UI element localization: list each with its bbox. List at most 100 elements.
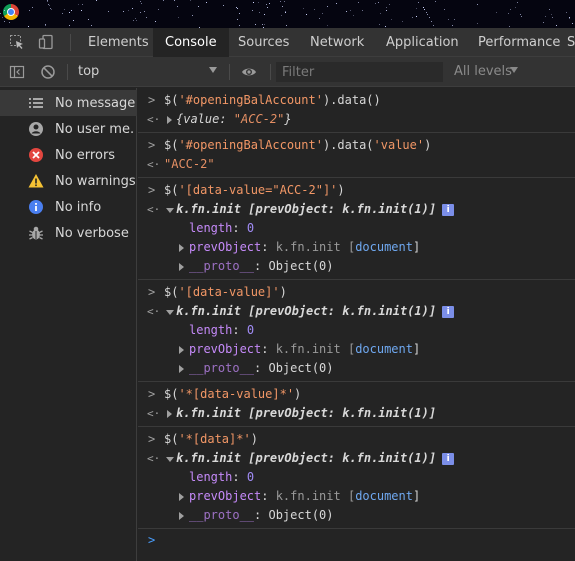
star-decoration [327,25,328,26]
star-decoration [350,10,351,11]
string-literal: '*[data]*' [178,432,251,446]
result-text: {value: [176,112,234,126]
star-decoration [32,7,33,8]
sidebar-item-label: No errors [55,148,116,163]
star-decoration [108,11,109,12]
bug-icon [29,226,43,240]
code-text: $( [164,183,179,197]
expand-triangle-icon[interactable] [179,365,184,373]
object-property-row: length: 0 [189,221,255,235]
info-badge-icon[interactable]: i [442,203,455,216]
object-property-row[interactable]: __proto__: Object(0) [138,359,575,378]
star-decoration [412,17,413,18]
eye-icon[interactable] [241,64,257,80]
prompt-chevron: > [148,285,156,299]
sidebar-item-info[interactable]: No info [0,194,137,220]
sidebar-item-warnings[interactable]: No warnings [0,168,137,194]
prompt-caret: > [148,533,156,547]
chevron-down-icon[interactable] [209,67,217,73]
prompt-chevron: > [148,183,156,197]
tab-network[interactable]: Network [310,28,364,57]
star-decoration [448,19,449,20]
object-preview: k.fn.init [ [176,202,256,216]
expand-triangle-icon[interactable] [179,512,184,520]
prompt-chevron: > [148,93,156,107]
star-decoration [140,1,141,2]
star-decoration [427,14,428,15]
star-decoration [71,10,72,11]
expand-triangle-icon[interactable] [179,346,184,354]
collapse-triangle-icon[interactable] [166,310,174,315]
star-decoration [362,10,363,11]
log-levels-dropdown[interactable]: All levels [454,64,512,79]
object-property-row[interactable]: __proto__: Object(0) [138,257,575,276]
star-decoration [62,13,63,14]
console-entry: > $('#openingBalAccount').data('value') … [138,133,575,178]
console-result-line: <· k.fn.init [prevObject: k.fn.init(1)] i [138,302,575,321]
device-toolbar-icon[interactable] [38,34,54,50]
object-property-row[interactable]: __proto__: Object(0) [138,506,575,525]
object-property-row[interactable]: prevObject: k.fn.init [document] [138,340,575,359]
sidebar-item-verbose[interactable]: No verbose [0,220,137,246]
tab-console[interactable]: Console [153,28,229,57]
star-decoration [264,24,265,25]
property-value: 0 [246,323,255,337]
object-property-row: length: 0 [189,470,255,484]
property-key: length [189,323,233,337]
sidebar-item-label: No verbose [55,226,129,241]
prompt-chevron: > [148,138,156,152]
expand-triangle-icon[interactable] [167,410,172,418]
star-decoration [375,3,376,4]
document-link[interactable]: document [355,489,413,503]
star-decoration [255,24,256,25]
tab-sources[interactable]: Sources [238,28,289,57]
collapse-triangle-icon[interactable] [166,208,174,213]
document-link[interactable]: document [355,240,413,254]
object-property-row[interactable]: prevObject: k.fn.init [document] [138,487,575,506]
sidebar-item-messages[interactable]: No messages [0,90,137,116]
tab-application[interactable]: Application [386,28,459,57]
tab-performance[interactable]: Performance [478,28,560,57]
inspect-element-icon[interactable] [9,34,25,50]
star-decoration [259,12,260,13]
collapse-triangle-icon[interactable] [166,457,174,462]
return-arrow-icon: <· [147,203,161,216]
star-decoration [78,4,79,5]
object-property-row[interactable]: prevObject: k.fn.init [document] [138,238,575,257]
star-decoration [444,9,445,10]
context-selector[interactable]: top [78,64,99,79]
error-icon [29,148,43,162]
property-value: ] [412,240,421,254]
sidebar-item-errors[interactable]: No errors [0,142,137,168]
star-decoration [358,2,359,3]
sidebar-toggle-icon[interactable] [9,64,25,80]
star-decoration [146,17,147,18]
console-input-line: > $('*[data-value]*') [138,385,575,404]
code-text: ) [294,387,302,401]
chevron-down-icon[interactable] [510,67,518,73]
star-decoration [556,25,557,26]
code-text: ) [337,183,345,197]
star-decoration [386,7,387,8]
document-link[interactable]: document [355,342,413,356]
user-icon [29,122,43,136]
expand-triangle-icon[interactable] [167,116,172,124]
expand-triangle-icon[interactable] [179,493,184,501]
clear-console-icon[interactable] [40,64,56,80]
sidebar-item-user-messages[interactable]: No user me... [0,116,137,142]
expand-triangle-icon[interactable] [179,244,184,252]
expand-triangle-icon[interactable] [179,263,184,271]
object-preview-key: prevObject [255,451,328,465]
toolbar-separator [229,64,230,80]
star-decoration [269,3,270,4]
object-preview-key: prevObject [255,202,328,216]
console-toolbar: top All levels [0,57,575,87]
info-badge-icon[interactable]: i [442,305,455,318]
tab-more-overflow[interactable]: S [567,28,575,57]
info-badge-icon[interactable]: i [442,452,455,465]
console-entry: > $('#openingBalAccount').data() <· {val… [138,88,575,133]
star-decoration [423,7,424,8]
filter-input[interactable] [276,62,443,82]
tab-elements[interactable]: Elements [88,28,149,57]
console-prompt-input[interactable]: > [138,531,575,550]
